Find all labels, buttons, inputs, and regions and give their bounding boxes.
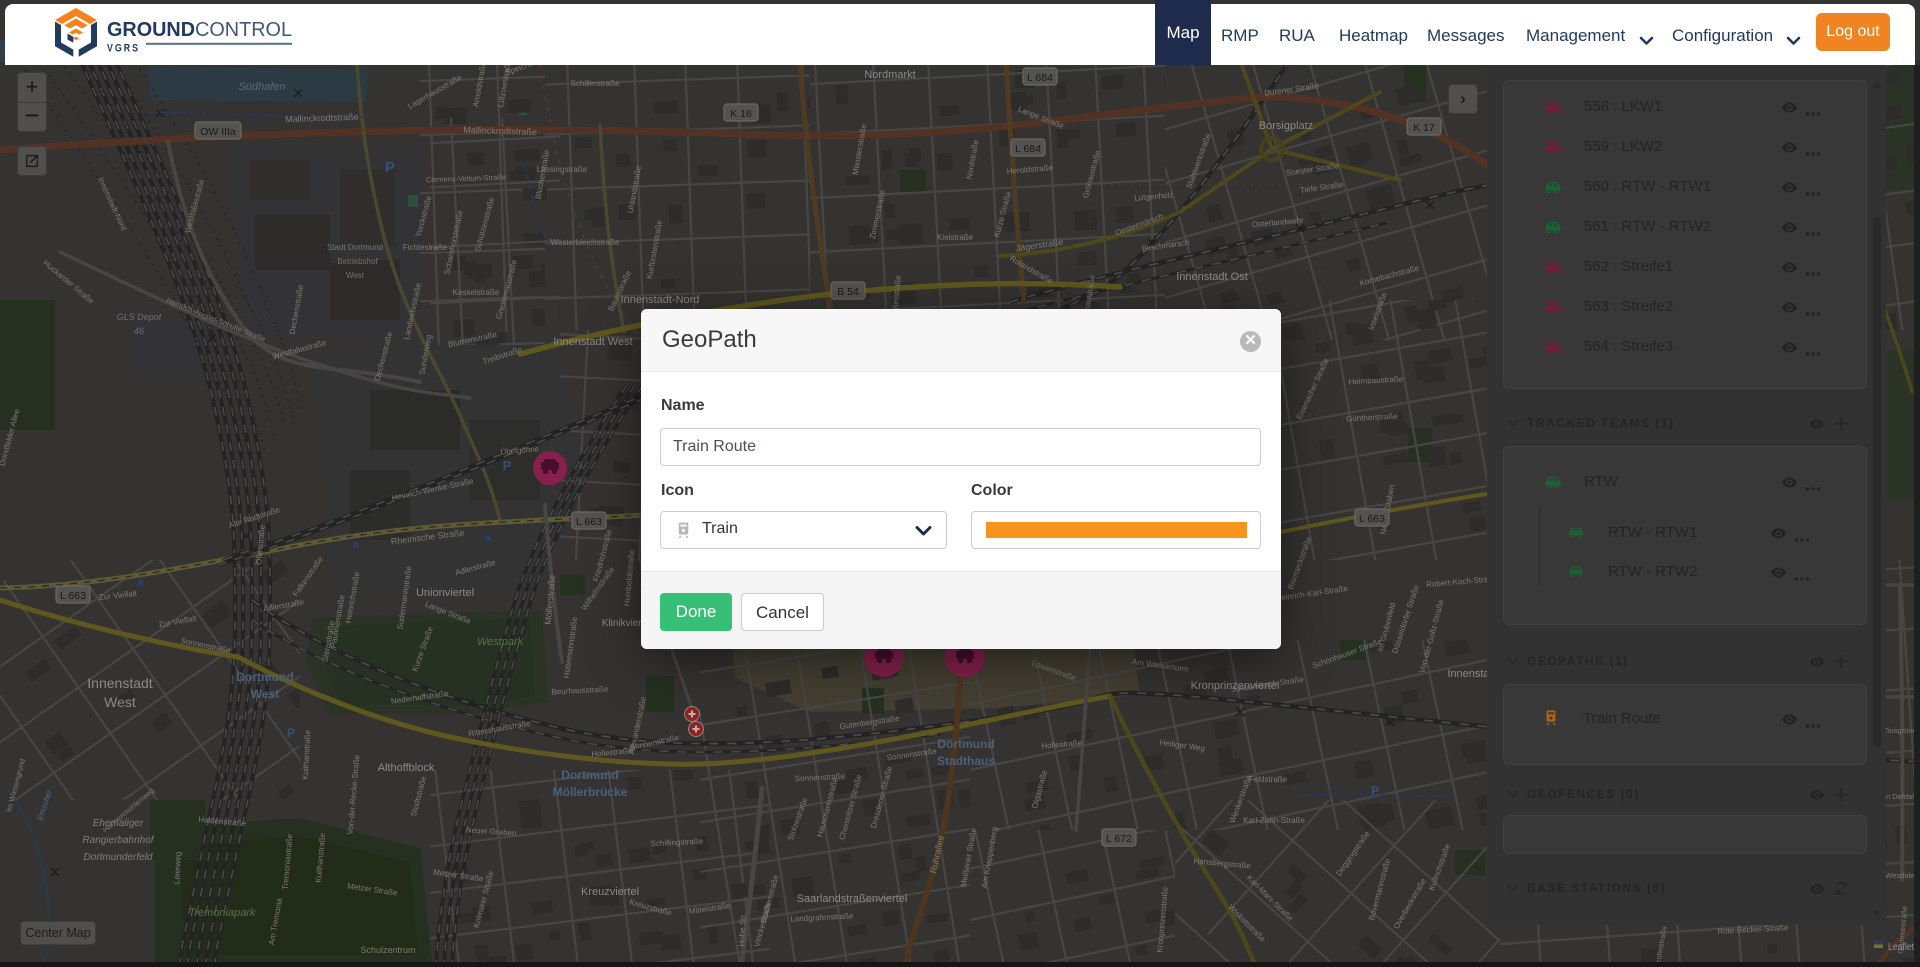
svg-text:Möllerbrücke: Möllerbrücke xyxy=(553,785,628,799)
svg-text:Stadt Dortmund: Stadt Dortmund xyxy=(327,243,383,252)
svg-text:L 663: L 663 xyxy=(1359,513,1385,525)
svg-text:GROUND: GROUND xyxy=(107,19,195,41)
svg-text:Innenstadt Ost: Innenstadt Ost xyxy=(1176,271,1248,283)
svg-text:Borsigplatz: Borsigplatz xyxy=(1259,120,1313,132)
svg-text:Dortmunderfeld: Dortmunderfeld xyxy=(84,852,153,863)
svg-text:K 16: K 16 xyxy=(730,108,752,120)
svg-text:Westerbleichstraße: Westerbleichstraße xyxy=(551,238,620,247)
svg-text:West: West xyxy=(346,271,365,280)
svg-text:Südhafen: Südhafen xyxy=(238,81,285,93)
svg-text:Karl-Zahn-Straße: Karl-Zahn-Straße xyxy=(1243,816,1305,825)
svg-text:Rangierbahnhof: Rangierbahnhof xyxy=(82,835,154,846)
svg-text:Hohe Str.: Hohe Str. xyxy=(737,913,748,947)
svg-text:Innenstadt-Nord: Innenstadt-Nord xyxy=(621,294,700,306)
svg-text:Schulzentrum: Schulzentrum xyxy=(360,945,415,955)
svg-text:Innenstadt West: Innenstadt West xyxy=(553,336,632,348)
svg-text:Ehemaliger: Ehemaliger xyxy=(93,818,144,829)
svg-text:L 684: L 684 xyxy=(1015,143,1041,155)
svg-text:Kronprinzenviertel: Kronprinzenviertel xyxy=(1191,680,1280,692)
svg-text:West: West xyxy=(251,687,279,701)
svg-text:Dortmund: Dortmund xyxy=(236,670,293,684)
svg-text:OW IIIa: OW IIIa xyxy=(200,126,236,138)
svg-text:L 663: L 663 xyxy=(576,516,602,528)
svg-text:P: P xyxy=(1371,784,1379,798)
svg-text:K 17: K 17 xyxy=(1413,122,1435,134)
svg-text:Feldstraße: Feldstraße xyxy=(1249,775,1288,784)
svg-text:L 684: L 684 xyxy=(1027,72,1053,84)
svg-text:46: 46 xyxy=(134,326,144,336)
svg-text:GLS Depot: GLS Depot xyxy=(117,312,162,322)
svg-text:P: P xyxy=(385,159,395,176)
svg-text:Leierweg: Leierweg xyxy=(172,851,183,884)
svg-text:West: West xyxy=(104,694,136,710)
svg-text:B 54: B 54 xyxy=(837,286,859,298)
svg-text:Zinsgrüne: Zinsgrüne xyxy=(1883,726,1916,735)
svg-text:CONTROL: CONTROL xyxy=(195,19,292,41)
svg-text:Dortmund: Dortmund xyxy=(937,737,994,751)
svg-text:Althoffblock: Althoffblock xyxy=(378,762,435,774)
svg-text:P: P xyxy=(503,458,512,473)
svg-text:Kreuzviertel: Kreuzviertel xyxy=(581,886,639,898)
svg-text:VGRS: VGRS xyxy=(107,43,140,55)
svg-text:- Betriebshof: - Betriebshof xyxy=(332,257,378,266)
svg-text:P: P xyxy=(287,726,295,740)
svg-text:Unionviertel: Unionviertel xyxy=(416,587,474,599)
svg-text:Leaflet: Leaflet xyxy=(1888,941,1914,953)
svg-text:Westpark: Westpark xyxy=(477,636,524,648)
svg-text:Saarlandstraßenviertel: Saarlandstraßenviertel xyxy=(797,893,908,905)
svg-text:Fichtestraße: Fichtestraße xyxy=(403,243,448,252)
svg-text:Dortmund: Dortmund xyxy=(561,768,618,782)
svg-text:Stadthaus: Stadthaus xyxy=(937,754,995,768)
svg-text:Kesselstraße: Kesselstraße xyxy=(453,288,500,297)
svg-text:Kielstraße: Kielstraße xyxy=(937,233,974,242)
svg-text:L 672: L 672 xyxy=(1106,833,1132,845)
svg-text:Schillerstraße: Schillerstraße xyxy=(571,79,620,88)
svg-text:L 663: L 663 xyxy=(60,590,86,602)
svg-text:Innenstadt: Innenstadt xyxy=(87,675,152,691)
svg-text:Tremoniapark: Tremoniapark xyxy=(188,907,256,919)
svg-text:Nordmarkt: Nordmarkt xyxy=(864,69,915,81)
